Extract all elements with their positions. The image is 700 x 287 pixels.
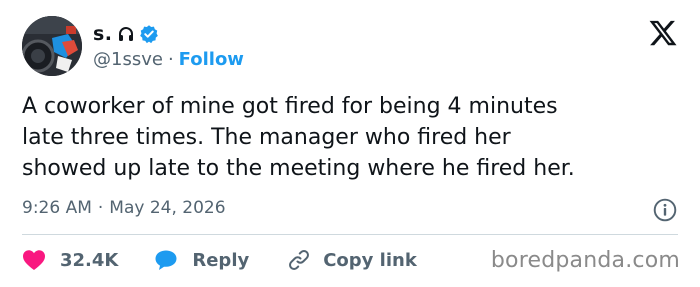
tweet-text: A coworker of mine got fired for being 4… <box>22 91 682 184</box>
tweet-text-line: late three times. The manager who fired … <box>22 125 511 150</box>
like-count: 32.4K <box>60 249 119 271</box>
reply-button[interactable]: Reply <box>154 249 287 271</box>
display-name[interactable]: s. <box>93 23 113 45</box>
heart-icon <box>22 249 46 271</box>
reply-bubble-icon <box>154 249 178 271</box>
action-bar: 32.4K Reply Copy link <box>22 245 417 275</box>
avatar[interactable] <box>22 16 82 76</box>
follow-button[interactable]: Follow <box>179 49 244 70</box>
timestamp-row[interactable]: 9:26 AM · May 24, 2026 <box>22 198 226 218</box>
timestamp-separator: · <box>97 198 104 218</box>
tweet-time: 9:26 AM <box>22 198 92 218</box>
reply-label: Reply <box>192 249 250 271</box>
handle-row: @1ssve · Follow <box>93 47 244 71</box>
like-button[interactable]: 32.4K <box>22 249 154 271</box>
tweet-text-line: showed up late to the meeting where he f… <box>22 156 575 181</box>
author-name-row: s. <box>93 20 159 48</box>
avatar-image <box>22 16 82 76</box>
info-icon[interactable] <box>652 197 678 223</box>
tweet-card: s. @1ssve · Follow A coworker of mine go… <box>0 0 700 287</box>
copy-link-label: Copy link <box>323 249 417 271</box>
watermark: boredpanda.com <box>490 248 680 273</box>
link-icon <box>287 248 311 272</box>
divider <box>22 234 678 235</box>
verified-icon <box>139 24 159 44</box>
copy-link-button[interactable]: Copy link <box>287 248 417 272</box>
handle-separator: · <box>167 48 174 70</box>
author-handle[interactable]: @1ssve <box>93 49 163 70</box>
x-logo-icon[interactable] <box>648 18 678 48</box>
headphones-icon <box>118 26 134 42</box>
tweet-date: May 24, 2026 <box>109 198 226 218</box>
tweet-text-line: A coworker of mine got fired for being 4… <box>22 94 558 119</box>
